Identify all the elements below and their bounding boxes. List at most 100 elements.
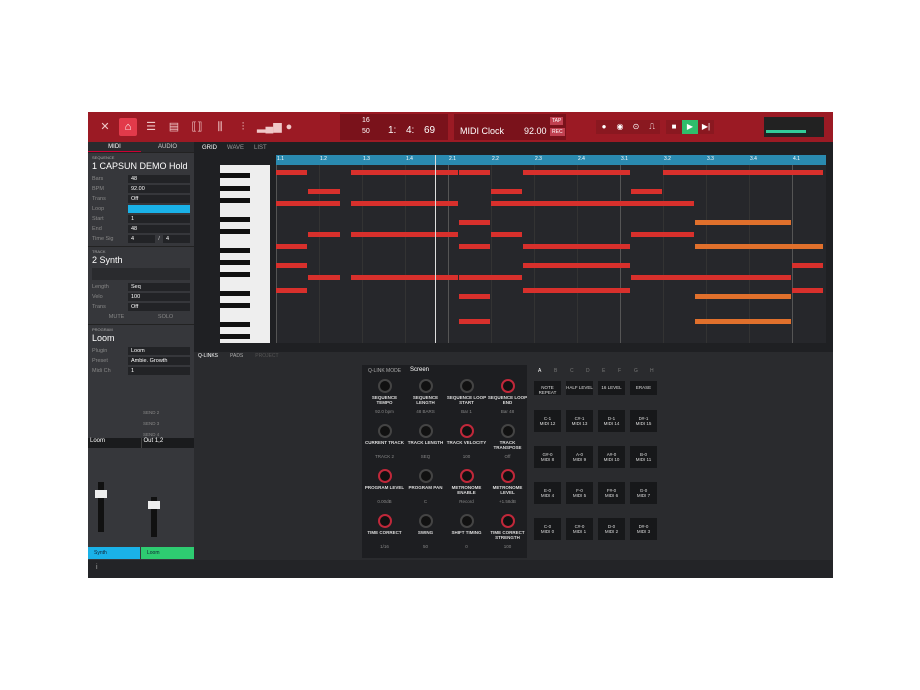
drum-pad[interactable]: E-0 MIDI 4 bbox=[534, 482, 561, 504]
midi-note[interactable] bbox=[523, 170, 630, 175]
midi-note[interactable] bbox=[276, 170, 308, 175]
timesig-den[interactable]: 4 bbox=[163, 235, 190, 243]
midi-note[interactable] bbox=[695, 294, 791, 299]
midi-note[interactable] bbox=[276, 201, 340, 206]
pad-mode-button[interactable]: HALF LEVEL bbox=[566, 381, 593, 395]
midi-note[interactable] bbox=[351, 232, 458, 237]
playhead[interactable] bbox=[435, 155, 437, 343]
mute-button[interactable]: MUTE bbox=[109, 314, 125, 320]
knob-icon[interactable] bbox=[418, 379, 433, 393]
black-key[interactable] bbox=[220, 198, 250, 203]
midi-note[interactable] bbox=[276, 263, 308, 268]
midi-note[interactable] bbox=[458, 294, 490, 299]
pad-mixer-icon[interactable]: ⫼ bbox=[211, 118, 229, 136]
bank-b[interactable]: B bbox=[554, 368, 557, 374]
black-key[interactable] bbox=[220, 173, 250, 179]
q-link-knob[interactable]: METRONOME LEVEL +1.58dB bbox=[487, 469, 528, 504]
black-key[interactable] bbox=[220, 216, 250, 222]
track-mode-buttons[interactable] bbox=[92, 268, 190, 280]
q-link-knob[interactable]: SEQUENCE LENGTH 48 BARS bbox=[405, 379, 446, 414]
midi-note[interactable] bbox=[458, 318, 490, 324]
drum-pad[interactable]: D-1 MIDI 14 bbox=[598, 410, 625, 432]
loom-fader[interactable] bbox=[148, 497, 160, 537]
midi-note[interactable] bbox=[458, 244, 490, 250]
black-key[interactable] bbox=[220, 334, 250, 340]
stop-icon[interactable]: ■ bbox=[666, 120, 682, 134]
drum-pad[interactable]: D-0 MIDI 2 bbox=[598, 518, 625, 540]
midi-note[interactable] bbox=[458, 170, 490, 175]
q-link-knob[interactable]: TRACK VELOCITY 100 bbox=[446, 424, 487, 459]
sync-source[interactable]: MIDI Clock bbox=[460, 126, 504, 136]
row-value[interactable]: 100 bbox=[128, 293, 190, 301]
overdub-icon[interactable]: ◉ bbox=[612, 120, 628, 134]
black-key[interactable] bbox=[220, 272, 250, 278]
send-2[interactable]: SEND 2 bbox=[143, 407, 159, 418]
midi-note[interactable] bbox=[351, 170, 458, 175]
program-name[interactable]: Loom bbox=[92, 333, 190, 343]
q-link-knob[interactable]: METRONOME ENABLE Record bbox=[446, 469, 487, 504]
sampler-icon[interactable]: ▤ bbox=[165, 118, 183, 136]
midi-note[interactable] bbox=[523, 244, 630, 250]
midi-note[interactable] bbox=[523, 263, 630, 268]
q-link-knob[interactable]: TRACK TRANSPOSE Off bbox=[487, 424, 528, 459]
row-value[interactable]: Ambie. Growth bbox=[128, 357, 190, 365]
rec-tempo-button[interactable]: REC bbox=[550, 128, 565, 136]
bank-e[interactable]: E bbox=[602, 368, 605, 374]
bank-d[interactable]: D bbox=[586, 368, 590, 374]
midi-note[interactable] bbox=[491, 188, 523, 194]
row-value[interactable]: Seq bbox=[128, 283, 190, 291]
knob-icon[interactable] bbox=[377, 379, 392, 393]
black-key[interactable] bbox=[220, 303, 250, 309]
knob-icon[interactable] bbox=[377, 514, 392, 528]
drum-pad[interactable]: F#-0 MIDI 6 bbox=[598, 482, 625, 504]
midi-note[interactable] bbox=[491, 201, 695, 206]
q-link-knob[interactable]: SEQUENCE TEMPO 92.0 bpm bbox=[364, 379, 405, 414]
midi-note[interactable] bbox=[351, 275, 458, 281]
q-link-mode-select[interactable]: Screen bbox=[410, 367, 468, 373]
q-link-knob[interactable]: TRACK LENGTH SEQ bbox=[405, 424, 446, 459]
midi-note[interactable] bbox=[491, 232, 523, 237]
q-link-knob[interactable]: CURRENT TRACK TRACK 2 bbox=[364, 424, 405, 459]
tap-button[interactable]: TAP bbox=[550, 117, 564, 125]
q-link-knob[interactable]: TIME CORRECT 1/16 bbox=[364, 514, 405, 549]
drum-pad[interactable]: F-0 MIDI 5 bbox=[566, 482, 593, 504]
timeline-ruler[interactable]: 1.1 1.2 1.3 1.4 2.1 2.2 2.3 2.4 3.1 3.2 3.3 3.4 4.1 bbox=[276, 155, 826, 165]
knob-icon[interactable] bbox=[500, 469, 515, 483]
info-icon[interactable]: i bbox=[96, 564, 98, 571]
knob-icon[interactable] bbox=[500, 424, 515, 438]
knob-icon[interactable] bbox=[459, 424, 474, 438]
knob-icon[interactable] bbox=[377, 469, 392, 483]
channel-synth[interactable]: Synth bbox=[88, 547, 140, 559]
black-key[interactable] bbox=[220, 185, 250, 191]
tab-midi[interactable]: MIDI bbox=[88, 142, 141, 152]
level-meter-icon[interactable]: ▂▄▆ bbox=[257, 118, 282, 136]
synth-fader[interactable] bbox=[95, 482, 107, 532]
row-value[interactable]: 92.00 bbox=[128, 185, 190, 193]
knob-icon[interactable] bbox=[459, 469, 474, 483]
settings-icon[interactable]: ● bbox=[280, 118, 298, 136]
midi-note[interactable] bbox=[630, 232, 695, 237]
send-3[interactable]: SEND 3 bbox=[143, 418, 159, 429]
midi-note[interactable] bbox=[351, 201, 458, 206]
pad-mode-button[interactable]: NOTE REPEAT bbox=[534, 381, 561, 395]
midi-note[interactable] bbox=[458, 219, 490, 225]
midi-note[interactable] bbox=[792, 263, 824, 268]
solo-button[interactable]: SOLO bbox=[158, 314, 173, 320]
drum-pad[interactable]: C-0 MIDI 0 bbox=[534, 518, 561, 540]
black-key[interactable] bbox=[220, 260, 250, 265]
midi-note[interactable] bbox=[630, 275, 791, 281]
drum-pad[interactable]: C#-1 MIDI 13 bbox=[566, 410, 593, 432]
knob-icon[interactable] bbox=[500, 379, 515, 393]
tab-project[interactable]: PROJECT bbox=[255, 353, 278, 359]
black-key[interactable] bbox=[220, 322, 250, 327]
knob-icon[interactable] bbox=[418, 469, 433, 483]
tab-audio[interactable]: AUDIO bbox=[141, 142, 194, 152]
menu-icon[interactable]: ✕ bbox=[96, 118, 114, 136]
q-link-knob[interactable]: SEQUENCE LOOP END Bar 48 bbox=[487, 379, 528, 414]
q-link-knob[interactable]: PROGRAM LEVEL 0.00dB bbox=[364, 469, 405, 504]
row-value[interactable]: Loom bbox=[128, 347, 190, 355]
drum-pad[interactable]: D#-1 MIDI 15 bbox=[630, 410, 657, 432]
sequence-name[interactable]: 1 CAPSUN DEMO Hold bbox=[92, 161, 190, 171]
midi-note[interactable] bbox=[523, 287, 630, 293]
midi-note[interactable] bbox=[695, 244, 824, 250]
